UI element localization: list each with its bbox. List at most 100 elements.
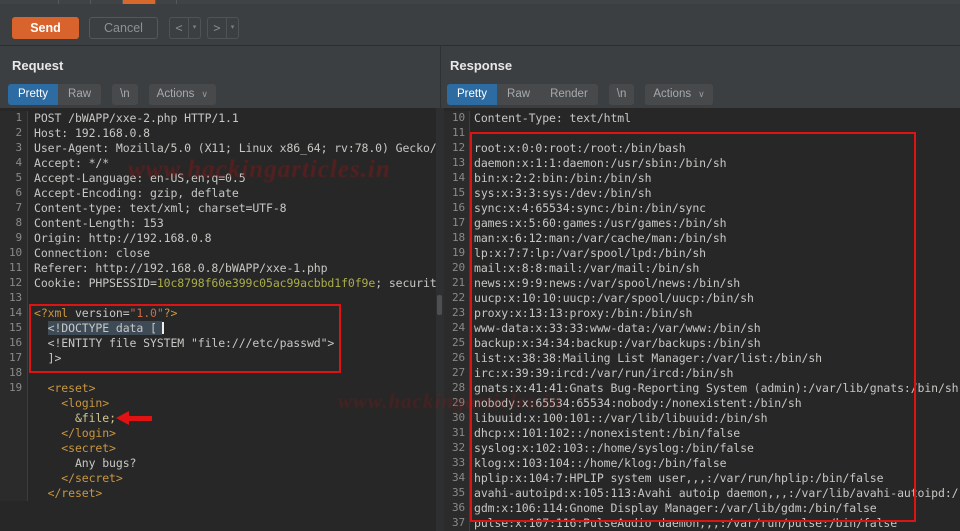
line-number: 26 xyxy=(444,351,470,366)
tab-actions-label: Actions xyxy=(156,88,195,100)
line-number: 5 xyxy=(0,171,28,186)
line-number xyxy=(0,471,28,486)
code-text: Content-type: text/xml; charset=UTF-8 xyxy=(34,201,287,215)
tab-raw[interactable]: Raw xyxy=(58,84,102,105)
line-number: 7 xyxy=(0,201,28,216)
line-number: 36 xyxy=(444,501,470,516)
line-number: 30 xyxy=(444,411,470,426)
arrow-tail xyxy=(128,416,152,421)
code-line[interactable]: 5 Accept-Language: en-US,en;q=0.5 xyxy=(0,171,436,186)
line-number: 13 xyxy=(444,156,470,171)
line-number: 35 xyxy=(444,486,470,501)
tab-render[interactable]: Render xyxy=(540,84,598,105)
next-request-button[interactable]: > xyxy=(208,18,226,38)
line-number: 2 xyxy=(0,126,28,141)
code-line[interactable]: 7 Content-type: text/xml; charset=UTF-8 xyxy=(0,201,436,216)
cancel-button[interactable]: Cancel xyxy=(89,17,158,39)
line-number: 18 xyxy=(444,231,470,246)
code-line[interactable]: 1 POST /bWAPP/xxe-2.php HTTP/1.1 xyxy=(0,111,436,126)
code-line[interactable]: </secret> xyxy=(0,471,436,486)
tab-pretty[interactable]: Pretty xyxy=(8,84,59,105)
code-line[interactable]: 10 Connection: close xyxy=(0,246,436,261)
line-number xyxy=(0,396,28,411)
annotation-box-xxe-payload xyxy=(29,304,341,373)
tab-pretty[interactable]: Pretty xyxy=(447,84,498,105)
line-number: 32 xyxy=(444,441,470,456)
code-line[interactable]: <secret> xyxy=(0,441,436,456)
tab-raw[interactable]: Raw xyxy=(497,84,541,105)
line-number: 14 xyxy=(0,306,28,321)
code-line[interactable]: </login> xyxy=(0,426,436,441)
code-line[interactable]: 11 Referer: http://192.168.0.8/bWAPP/xxe-… xyxy=(0,261,436,276)
request-scrollbar-thumb[interactable] xyxy=(437,295,442,315)
line-number: 37 xyxy=(444,516,470,531)
line-number: 6 xyxy=(0,186,28,201)
code-text: Accept-Language: en-US,en;q=0.5 xyxy=(34,171,246,185)
response-view-tabs: Pretty Raw Render \n Actions ∨ xyxy=(447,84,713,105)
code-text: <secret> xyxy=(61,441,116,455)
send-button[interactable]: Send xyxy=(12,17,79,39)
code-line[interactable]: 10 Content-Type: text/html xyxy=(444,111,960,126)
code-line[interactable]: 4 Accept: */* xyxy=(0,156,436,171)
line-number: 10 xyxy=(0,246,28,261)
tab-actions[interactable]: Actions ∨ xyxy=(645,84,713,105)
code-line[interactable]: 6 Accept-Encoding: gzip, deflate xyxy=(0,186,436,201)
editor-divider xyxy=(436,108,444,531)
code-line[interactable]: 12 Cookie: PHPSESSID=10c8798f60e399c05ac9… xyxy=(0,276,436,291)
code-text: POST /bWAPP/xxe-2.php HTTP/1.1 xyxy=(34,111,239,125)
line-number: 22 xyxy=(444,291,470,306)
code-line[interactable]: 3 User-Agent: Mozilla/5.0 (X11; Linux x86… xyxy=(0,141,436,156)
code-line[interactable]: Any bugs? xyxy=(0,456,436,471)
previous-request-button[interactable]: < xyxy=(170,18,188,38)
code-text: User-Agent: Mozilla/5.0 (X11; Linux x86_… xyxy=(34,141,436,155)
code-text: <login> xyxy=(61,396,110,410)
previous-dropdown-icon[interactable]: ▾ xyxy=(188,18,200,38)
code-text: Content-Length: 153 xyxy=(34,216,164,230)
previous-request-button-group: < ▾ xyxy=(169,17,201,39)
line-number: 15 xyxy=(0,321,28,336)
panel-divider xyxy=(440,46,441,108)
code-line[interactable]: 2 Host: 192.168.0.8 xyxy=(0,126,436,141)
line-number xyxy=(0,411,28,426)
line-number: 31 xyxy=(444,426,470,441)
code-text: </reset> xyxy=(47,486,103,500)
chevron-down-icon: ∨ xyxy=(698,89,705,99)
line-number: 16 xyxy=(444,201,470,216)
line-number: 19 xyxy=(0,381,28,396)
line-number: 16 xyxy=(0,336,28,351)
response-panel-title: Response xyxy=(450,58,513,73)
line-number: 21 xyxy=(444,276,470,291)
line-number: 34 xyxy=(444,471,470,486)
repeater-toolbar: Send Cancel < ▾ > ▾ xyxy=(0,4,960,46)
line-number xyxy=(0,456,28,471)
next-request-button-group: > ▾ xyxy=(207,17,239,39)
line-number: 9 xyxy=(0,231,28,246)
line-number: 18 xyxy=(0,366,28,381)
code-line[interactable]: <login> xyxy=(0,396,436,411)
line-number: 15 xyxy=(444,186,470,201)
code-line[interactable]: 8 Content-Length: 153 xyxy=(0,216,436,231)
line-number: 10 xyxy=(444,111,470,126)
code-text: </login> xyxy=(61,426,116,440)
line-number: 11 xyxy=(444,126,470,141)
line-number: 20 xyxy=(444,261,470,276)
code-text: Host: 192.168.0.8 xyxy=(34,126,151,140)
line-number: 14 xyxy=(444,171,470,186)
line-number: 1 xyxy=(0,111,28,126)
code-line[interactable]: </reset> xyxy=(0,486,436,501)
line-number: 12 xyxy=(444,141,470,156)
tab-linebreaks[interactable]: \n xyxy=(112,84,138,105)
line-number xyxy=(0,426,28,441)
line-number: 19 xyxy=(444,246,470,261)
code-line[interactable]: 9 Origin: http://192.168.0.8 xyxy=(0,231,436,246)
line-number: 11 xyxy=(0,261,28,276)
tab-linebreaks[interactable]: \n xyxy=(608,84,635,105)
tab-actions-label: Actions xyxy=(653,88,692,100)
tab-actions[interactable]: Actions ∨ xyxy=(148,84,216,105)
line-number: 8 xyxy=(0,216,28,231)
code-line[interactable]: 19 <reset> xyxy=(0,381,436,396)
code-line[interactable]: &file; xyxy=(0,411,436,426)
code-text: &file; xyxy=(74,411,116,425)
next-dropdown-icon[interactable]: ▾ xyxy=(226,18,238,38)
line-number: 29 xyxy=(444,396,470,411)
